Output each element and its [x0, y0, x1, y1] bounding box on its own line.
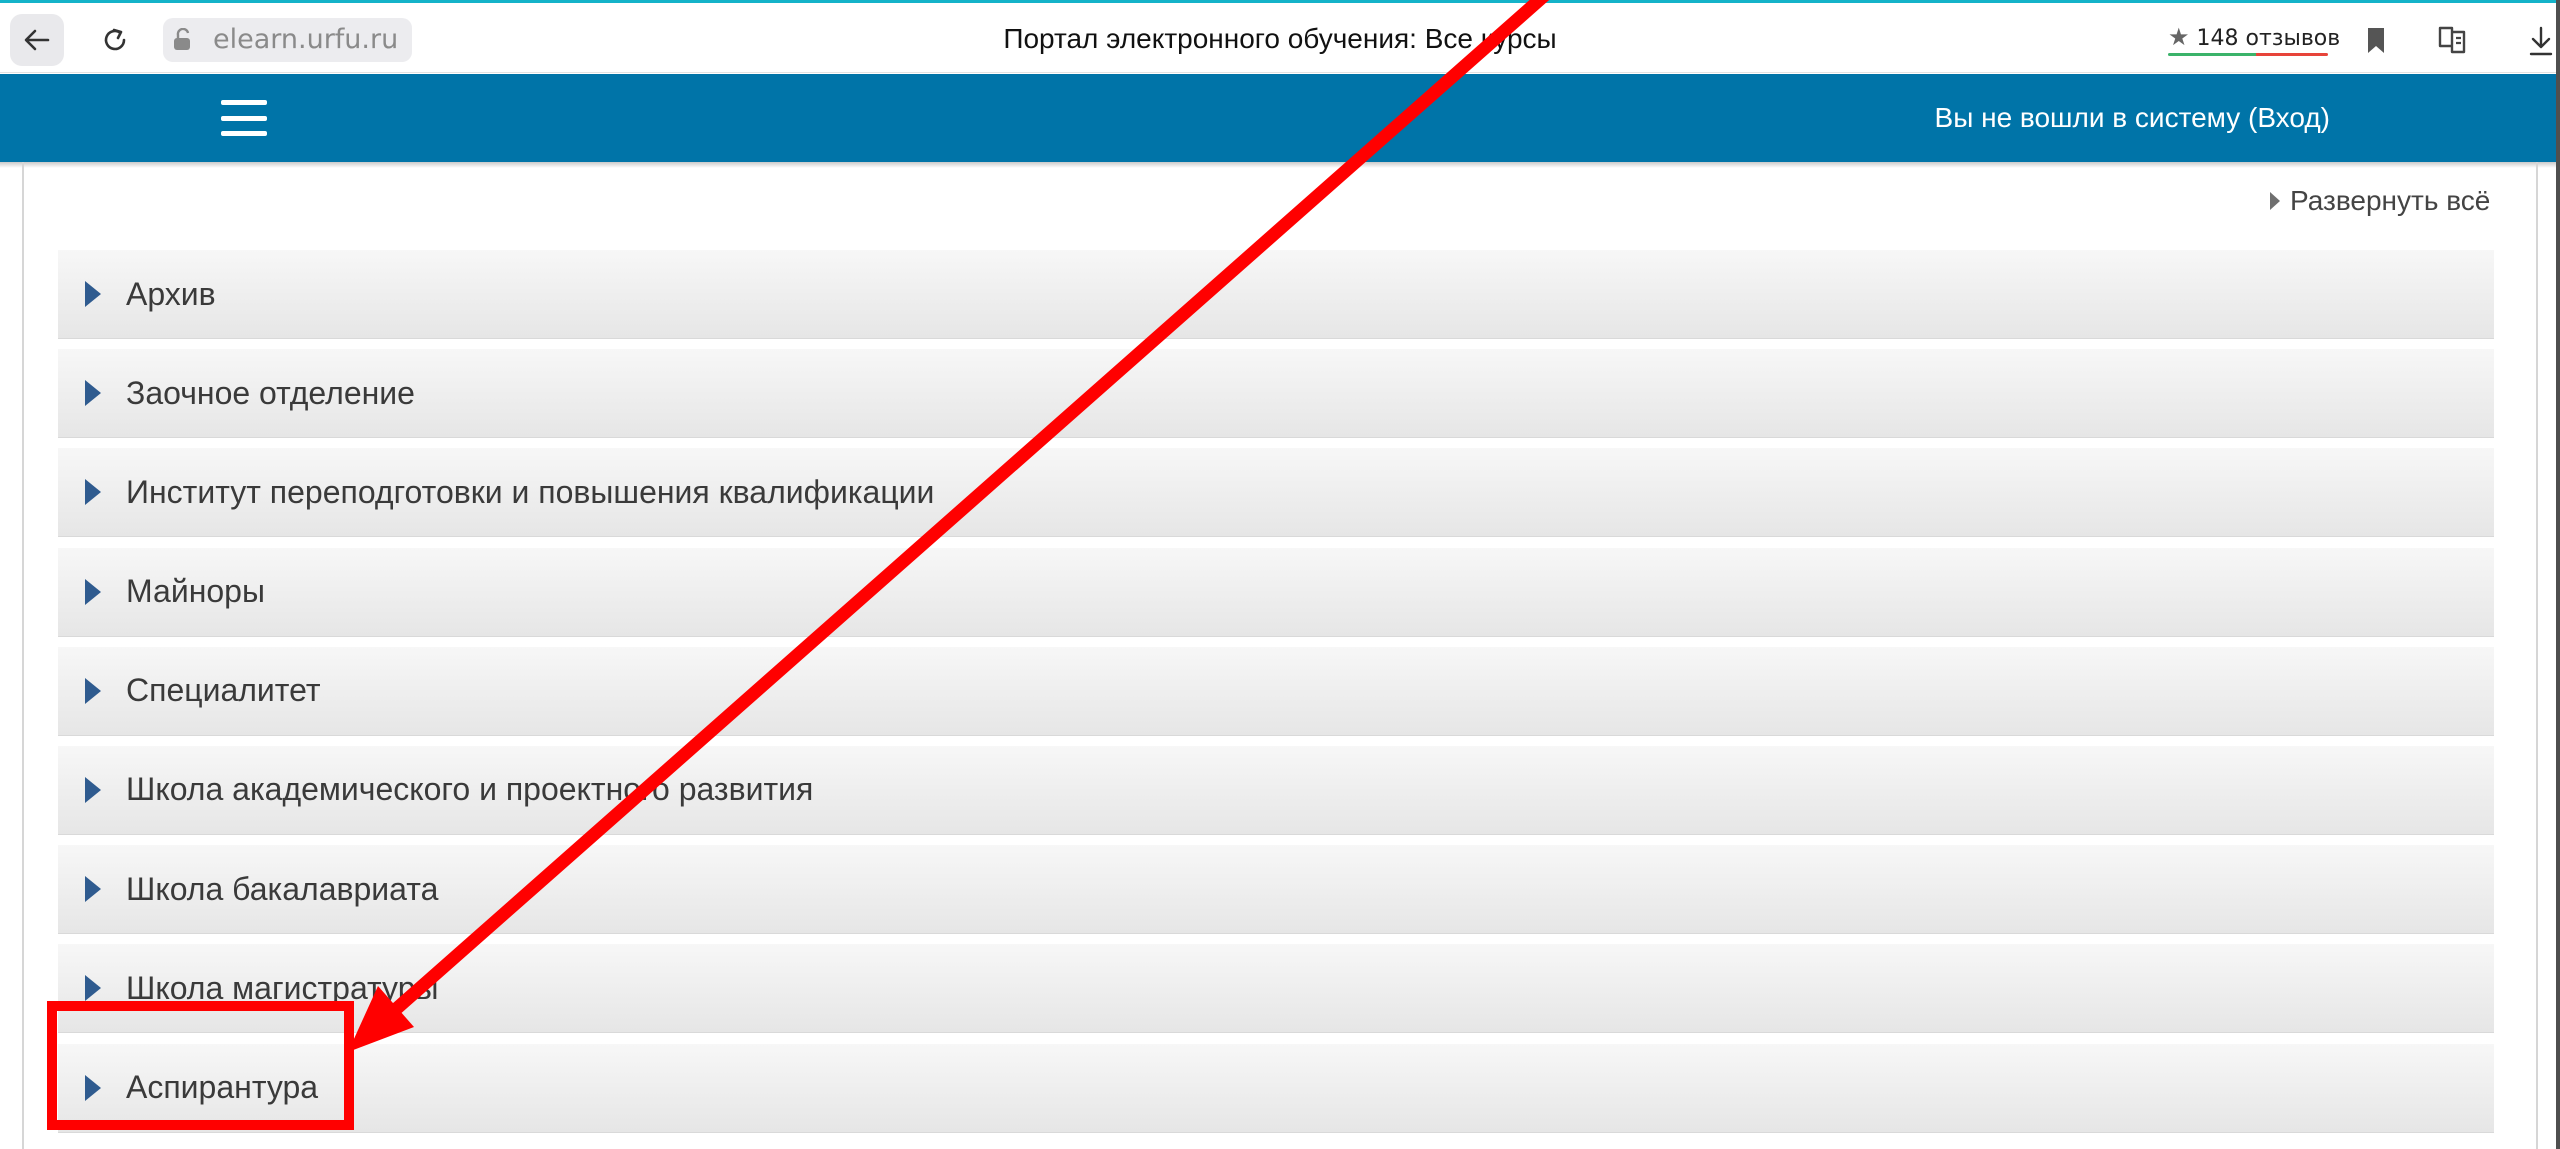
category-label[interactable]: Специалитет: [126, 672, 320, 709]
expand-arrow-icon[interactable]: [85, 380, 101, 407]
category-item[interactable]: Специалитет: [58, 646, 2494, 736]
category-item[interactable]: Школа бакалавриата: [58, 845, 2494, 935]
category-label[interactable]: Школа бакалавриата: [126, 871, 438, 908]
reviews-badge[interactable]: ★ 148 отзывов: [2168, 23, 2340, 51]
category-item[interactable]: Майноры: [58, 547, 2494, 637]
expand-arrow-icon[interactable]: [85, 578, 101, 605]
category-item[interactable]: Аспирантура: [58, 1043, 2494, 1133]
bookmark-button[interactable]: [2356, 23, 2396, 59]
category-item[interactable]: Архив: [58, 250, 2494, 339]
download-button[interactable]: [2522, 21, 2560, 61]
expand-arrow-icon[interactable]: [85, 281, 101, 307]
expand-arrow-icon[interactable]: [85, 975, 101, 1002]
window-scrollbar-edge: [2556, 0, 2560, 1149]
reload-button[interactable]: [90, 14, 140, 66]
download-icon: [2529, 26, 2553, 56]
category-item[interactable]: Институт переподготовки и повышения квал…: [58, 448, 2494, 538]
category-label[interactable]: Майноры: [126, 573, 265, 610]
reviews-label: 148 отзывов: [2196, 26, 2341, 51]
category-label[interactable]: Школа академического и проектного развит…: [126, 771, 813, 808]
category-label[interactable]: Заочное отделение: [126, 375, 415, 412]
expand-all-link[interactable]: Развернуть всё: [2270, 185, 2490, 217]
category-item[interactable]: Школа академического и проектного развит…: [58, 745, 2494, 835]
annotation-highlight-box: [47, 1001, 354, 1130]
category-label[interactable]: Институт переподготовки и повышения квал…: [126, 474, 934, 511]
expand-arrow-icon[interactable]: [85, 479, 101, 506]
star-icon: ★: [2168, 23, 2190, 51]
url-domain[interactable]: elearn.urfu.ru: [203, 18, 413, 62]
back-button[interactable]: [10, 14, 64, 66]
category-item[interactable]: Школа магистратуры: [58, 944, 2494, 1034]
login-link[interactable]: Вы не вошли в систему (Вход): [1935, 102, 2330, 134]
caret-right-icon: [2270, 192, 2280, 210]
reader-mode-button[interactable]: [2432, 21, 2476, 61]
category-list: Архив Заочное отделение Институт перепод…: [58, 250, 2494, 1143]
expand-arrow-icon[interactable]: [85, 876, 101, 903]
expand-arrow-icon[interactable]: [85, 776, 101, 803]
tab-title: Портал электронного обучения: Все курсы: [1003, 23, 1557, 54]
browser-toolbar: elearn.urfu.ru Портал электронного обуче…: [0, 3, 2560, 73]
reviews-rating-bar: [2168, 53, 2328, 56]
address-bar[interactable]: elearn.urfu.ru: [163, 17, 413, 63]
reload-icon: [104, 28, 126, 51]
expand-arrow-icon[interactable]: [85, 677, 101, 704]
site-navbar: Вы не вошли в систему (Вход): [0, 74, 2556, 162]
category-label[interactable]: Архив: [126, 276, 216, 313]
back-arrow-icon: [24, 29, 50, 51]
expand-all-label: Развернуть всё: [2290, 185, 2491, 216]
bookmark-icon: [2368, 28, 2384, 53]
lock-icon[interactable]: [163, 18, 203, 62]
hamburger-menu-icon[interactable]: [218, 96, 270, 140]
category-item[interactable]: Заочное отделение: [58, 349, 2494, 439]
reader-mode-icon: [2438, 26, 2466, 54]
